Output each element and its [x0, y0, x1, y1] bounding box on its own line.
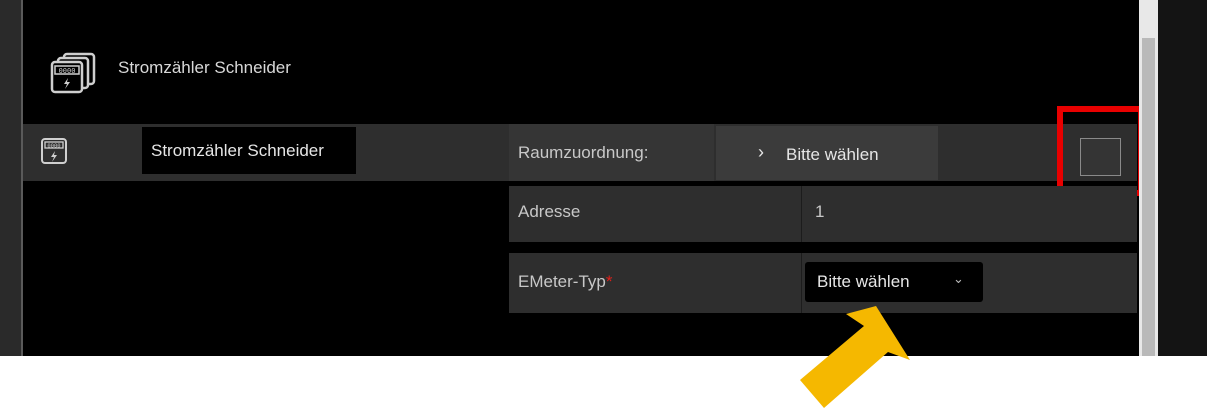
device-title: Stromzähler Schneider: [118, 58, 291, 77]
meter-icon: 0000: [41, 138, 67, 164]
scrollbar-thumb[interactable]: [1142, 38, 1155, 356]
room-assignment-label: Raumzuordnung:: [509, 124, 714, 181]
svg-text:0000: 0000: [59, 67, 76, 75]
address-value[interactable]: 1: [815, 202, 824, 222]
chevron-down-icon: ⌄: [953, 271, 964, 286]
emeter-type-value: Bitte wählen: [817, 272, 910, 291]
emeter-type-label: EMeter-Typ*: [518, 272, 612, 292]
address-row-divider: [801, 186, 802, 242]
left-gutter: [0, 0, 21, 356]
svg-text:0000: 0000: [47, 144, 60, 150]
highlight-box: [1057, 106, 1144, 196]
emeter-type-label-text: EMeter-Typ: [518, 272, 606, 291]
arrow-annotation-icon: [800, 306, 910, 408]
chevron-right-icon: ›: [758, 142, 764, 162]
device-name-field[interactable]: Stromzähler Schneider: [142, 127, 356, 174]
address-label: Adresse: [518, 202, 581, 221]
app-window: 0000 Stromzähler Schneider 0000 Stromzäh…: [0, 0, 1207, 356]
right-panel: [1158, 0, 1207, 356]
room-assignment-select[interactable]: › Bitte wählen: [716, 126, 938, 180]
meter-stack-icon: 0000: [50, 52, 96, 94]
required-marker: *: [605, 272, 613, 291]
room-assignment-value: Bitte wählen: [786, 145, 879, 164]
